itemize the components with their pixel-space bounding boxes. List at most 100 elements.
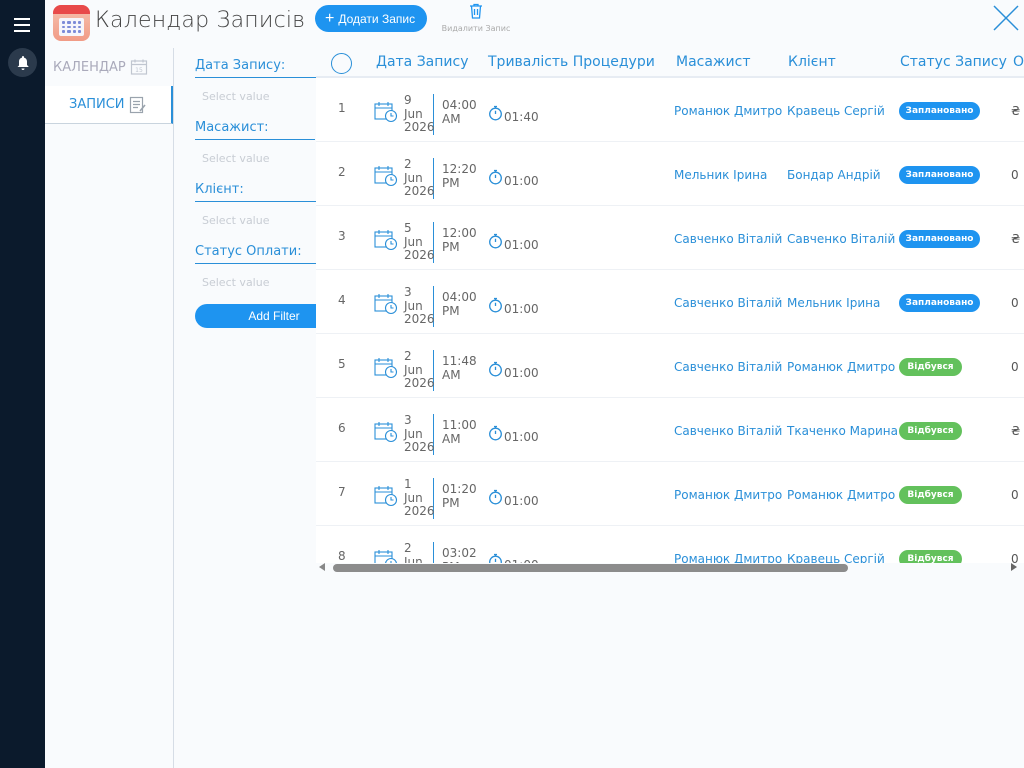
notifications-button[interactable] (8, 48, 37, 77)
menu-icon[interactable] (14, 18, 30, 36)
date-year: 2026 (404, 248, 435, 262)
client-link[interactable]: Мельник Ірина (787, 296, 880, 310)
duration-cell: 01:00 (488, 169, 539, 188)
date-year: 2026 (404, 376, 435, 390)
table-row[interactable]: 5 2 Jun 2026 11:48 AM 01:00 Савченко Віталій Ром… (316, 334, 1024, 398)
masseur-link[interactable]: Мельник Ірина (674, 168, 767, 182)
left-rail (0, 0, 45, 768)
record-date: 2Jun2026 (404, 157, 435, 199)
calendar-clock-icon (374, 101, 398, 127)
column-header-payment[interactable]: О (1013, 54, 1024, 70)
page-title: Календар Записів (95, 8, 306, 33)
client-link[interactable]: Бондар Андрій (787, 168, 881, 182)
time-value: 11:48 (442, 354, 477, 368)
tab-records-label: ЗАПИСИ (69, 97, 125, 112)
time-ampm: PM (442, 304, 460, 318)
row-number: 4 (338, 293, 346, 307)
column-header-status[interactable]: Статус Запису (900, 54, 1007, 70)
date-day: 1 (404, 477, 412, 491)
duration-cell: 01:00 (488, 489, 539, 508)
table-row[interactable]: 6 3 Jun 2026 11:00 AM 01:00 Савченко Віталій Тка… (316, 398, 1024, 462)
records-icon (129, 96, 146, 113)
date-day: 2 (404, 157, 412, 171)
payment-cell: 0 (1011, 296, 1019, 310)
masseur-link[interactable]: Романюк Дмитро (674, 104, 782, 118)
stopwatch-icon (488, 169, 503, 188)
masseur-link[interactable]: Савченко Віталій (674, 424, 782, 438)
table-header: Дата Запису Тривалість Процедури Масажис… (316, 48, 1024, 78)
table-row[interactable]: 1 9 Jun 2026 04:00 AM 01:40 Романюк Дмитро Краве… (316, 78, 1024, 142)
masseur-link[interactable]: Савченко Віталій (674, 296, 782, 310)
select-all-checkbox[interactable] (331, 53, 352, 74)
client-link[interactable]: Романюк Дмитро (787, 488, 895, 502)
duration-cell: 01:00 (488, 233, 539, 252)
time-ampm: PM (442, 176, 460, 190)
record-date: 9 Jun 2026 (404, 93, 435, 135)
add-record-button[interactable]: + Додати Запис (315, 5, 428, 32)
status-badge: Заплановано (899, 294, 980, 312)
payment-cell: ₴ (1011, 232, 1021, 246)
scroll-right-arrow-icon[interactable] (1011, 563, 1017, 571)
close-button[interactable] (993, 5, 1019, 31)
duration-cell: 01:40 (488, 105, 539, 124)
payment-cell: 0 (1011, 168, 1019, 182)
close-icon (993, 5, 1019, 31)
time-value: 03:02 (442, 546, 477, 560)
time-value: 12:00 (442, 226, 477, 240)
table-row[interactable]: 7 1 Jun 2026 01:20 PM 01:00 Романюк Дмитро Роман… (316, 462, 1024, 526)
trash-icon (470, 3, 482, 19)
duration-value: 01:00 (504, 430, 539, 444)
time-value: 11:00 (442, 418, 477, 432)
column-header-masseur[interactable]: Масажист (676, 54, 751, 70)
calendar-15-icon: 15 (130, 59, 147, 75)
filter-label: Статус Оплати: (195, 244, 325, 264)
horizontal-scrollbar[interactable] (316, 561, 1024, 574)
table-row[interactable]: 82Jun202603:02PM01:00Романюк ДмитроКраве… (316, 526, 1024, 563)
tab-records[interactable]: ЗАПИСИ (45, 86, 173, 124)
client-link[interactable]: Ткаченко Марина (787, 424, 898, 438)
status-badge: Заплановано (899, 102, 980, 120)
duration-value: 01:00 (504, 174, 539, 188)
duration-cell: 01:00 (488, 297, 539, 316)
status-badge: Відбувся (899, 422, 962, 440)
column-header-date[interactable]: Дата Запису (376, 54, 469, 70)
scrollbar-thumb[interactable] (333, 564, 848, 572)
record-time: 01:20 PM (442, 482, 477, 510)
date-year: 2026 (404, 504, 435, 518)
calendar-app-icon (53, 5, 90, 41)
masseur-link[interactable]: Романюк Дмитро (674, 488, 782, 502)
duration-value: 01:00 (504, 238, 539, 252)
client-link[interactable]: Савченко Віталій (787, 232, 895, 246)
delete-record-button[interactable]: Видалити Запис (440, 3, 512, 33)
date-month: Jun (404, 106, 423, 121)
stopwatch-icon (488, 489, 503, 508)
stopwatch-icon (488, 425, 503, 444)
table-row[interactable]: 2 2 Jun 2026 12:20 PM 01:00 Мельник Ірина Бондар… (316, 142, 1024, 206)
date-day: 3 (404, 413, 412, 427)
date-year: 2026 (404, 120, 435, 134)
table-row[interactable]: 3 5 Jun 2026 12:00 PM 01:00 Савченко Віталій Сав… (316, 206, 1024, 270)
tab-calendar[interactable]: КАЛЕНДАР 15 (45, 48, 173, 86)
stopwatch-icon (488, 233, 503, 252)
record-time: 11:48 AM (442, 354, 477, 382)
duration-cell: 01:00 (488, 425, 539, 444)
masseur-link[interactable]: Савченко Віталій (674, 360, 782, 374)
column-header-client[interactable]: Клієнт (788, 54, 836, 70)
date-month: Jun (404, 362, 423, 377)
table-row[interactable]: 4 3 Jun 2026 04:00 PM 01:00 Савченко Віталій Мел… (316, 270, 1024, 334)
stopwatch-icon (488, 361, 503, 380)
row-number: 6 (338, 421, 346, 435)
column-header-duration[interactable]: Тривалість Процедури (488, 54, 655, 70)
duration-value: 01:00 (504, 302, 539, 316)
view-tabs: КАЛЕНДАР 15 ЗАПИСИ (45, 48, 174, 768)
scroll-left-arrow-icon[interactable] (319, 563, 325, 571)
masseur-link[interactable]: Савченко Віталій (674, 232, 782, 246)
date-month: Jun (404, 170, 423, 185)
payment-cell: 0 (1011, 488, 1019, 502)
status-badge: Заплановано (899, 166, 980, 184)
status-badge: Заплановано (899, 230, 980, 248)
record-date: 2Jun2026 (404, 349, 435, 391)
client-link[interactable]: Кравець Сергій (787, 104, 885, 118)
duration-value: 01:40 (504, 110, 539, 124)
client-link[interactable]: Романюк Дмитро (787, 360, 895, 374)
